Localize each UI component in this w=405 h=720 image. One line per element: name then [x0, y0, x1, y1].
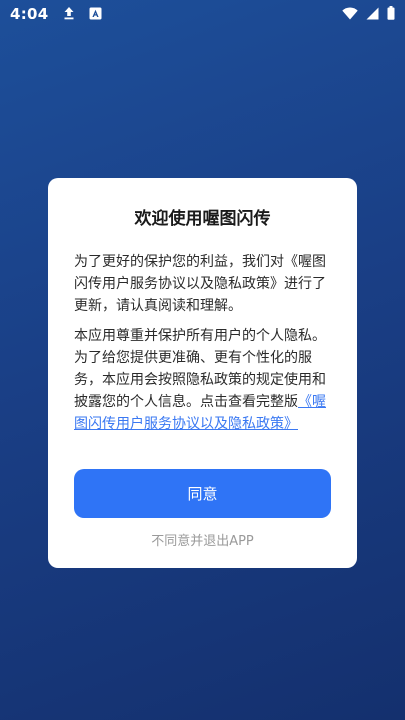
status-left-icons	[63, 5, 102, 24]
privacy-statement: 本应用尊重并保护所有用户的个人隐私。为了给您提供更准确、更有个性化的服务，本应用…	[74, 325, 331, 435]
wifi-icon	[342, 5, 358, 24]
app-notification-icon	[89, 5, 102, 24]
privacy-dialog: 欢迎使用喔图闪传 为了更好的保护您的利益，我们对《喔图闪传用户服务协议以及隐私政…	[48, 178, 357, 568]
agree-button[interactable]: 同意	[74, 469, 331, 518]
update-notice-text: 为了更好的保护您的利益，我们对《喔图闪传用户服务协议以及隐私政策》进行了更新，请…	[74, 254, 326, 314]
signal-icon	[366, 5, 379, 24]
decline-exit-button[interactable]: 不同意并退出APP	[74, 530, 331, 549]
app-screen: 4:04 欢迎使用喔图闪传 为了更好的保护您的利益，我们对《喔图闪传用户服务协议…	[0, 0, 405, 720]
status-bar: 4:04	[0, 0, 405, 28]
status-right-icons	[342, 5, 395, 24]
privacy-statement-text: 本应用尊重并保护所有用户的个人隐私。为了给您提供更准确、更有个性化的服务，本应用…	[74, 328, 326, 410]
status-time: 4:04	[10, 5, 49, 23]
dialog-title: 欢迎使用喔图闪传	[134, 209, 271, 229]
battery-icon	[387, 5, 395, 24]
upload-icon	[63, 5, 75, 24]
